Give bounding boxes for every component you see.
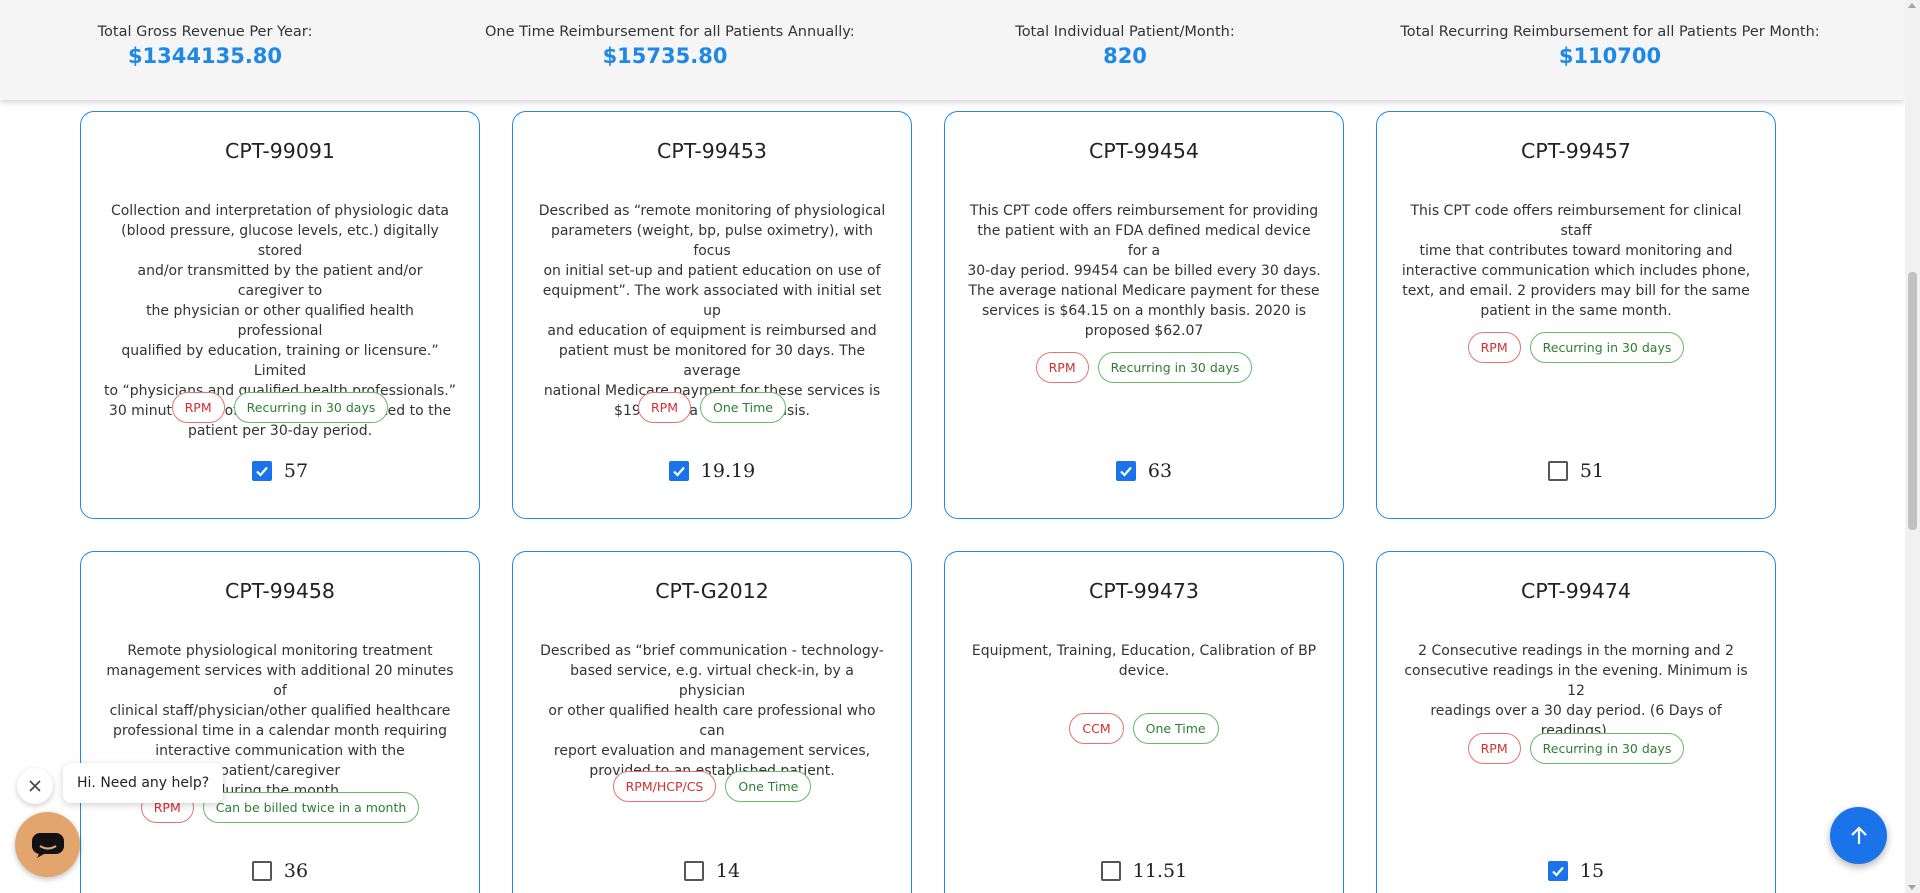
card-description: This CPT code offers reimbursement for p… <box>967 203 1321 339</box>
close-icon <box>29 780 41 792</box>
stat-label: Total Recurring Reimbursement for all Pa… <box>1400 24 1820 40</box>
card-amount: 36 <box>283 860 309 882</box>
stat-value: $110700 <box>1558 44 1662 68</box>
check-icon <box>673 466 685 477</box>
card-description: Described as “brief communication - tech… <box>540 643 884 779</box>
tag-chip: RPM <box>171 392 225 423</box>
card-select-row: 57 <box>81 460 479 482</box>
select-checkbox[interactable] <box>1547 461 1568 481</box>
card-amount: 63 <box>1147 460 1173 482</box>
card-select-row: 11.51 <box>945 860 1343 882</box>
card-tags: RPM Recurring in 30 days <box>1377 733 1775 764</box>
stat-gross-revenue: Total Gross Revenue Per Year: $1344135.8… <box>80 24 330 68</box>
select-checkbox[interactable] <box>1100 861 1121 881</box>
card-description: Equipment, Training, Education, Calibrat… <box>971 643 1317 679</box>
page-scrollbar[interactable] <box>1905 0 1920 893</box>
check-icon <box>256 466 268 477</box>
chat-dismiss-button[interactable] <box>17 768 53 804</box>
card-amount: 15 <box>1579 860 1605 882</box>
card-title: CPT-99474 <box>1521 579 1631 603</box>
card-title: CPT-99091 <box>225 139 335 163</box>
cpt-card: CPT-99473 Equipment, Training, Education… <box>944 551 1344 893</box>
select-checkbox[interactable] <box>683 861 704 881</box>
check-icon <box>1552 866 1564 877</box>
card-amount: 14 <box>715 860 741 882</box>
chat-greeting-bubble[interactable]: Hi. Need any help? <box>63 763 224 803</box>
scroll-thumb[interactable] <box>1908 272 1917 530</box>
card-select-row: 14 <box>513 860 911 882</box>
card-amount: 19.19 <box>700 460 756 482</box>
page: Total Gross Revenue Per Year: $1344135.8… <box>0 0 1920 893</box>
scroll-to-top-button[interactable] <box>1830 807 1887 864</box>
stat-label: Total Gross Revenue Per Year: <box>97 24 313 40</box>
summary-bar: Total Gross Revenue Per Year: $1344135.8… <box>0 0 1905 100</box>
select-checkbox[interactable] <box>668 461 689 481</box>
card-title: CPT-G2012 <box>655 579 769 603</box>
select-checkbox[interactable] <box>1547 861 1568 881</box>
arrow-up-icon <box>1850 825 1867 844</box>
card-tags: RPM One Time <box>513 392 911 423</box>
tag-chip: Recurring in 30 days <box>233 392 389 423</box>
card-amount: 11.51 <box>1132 860 1188 882</box>
card-description: Described as “remote monitoring of physi… <box>538 203 886 419</box>
tag-chip: Can be billed twice in a month <box>202 792 420 823</box>
card-amount: 57 <box>283 460 309 482</box>
tag-chip: CCM <box>1069 713 1124 744</box>
tag-chip: One Time <box>725 771 812 802</box>
cpt-card: CPT-99458 Remote physiological monitorin… <box>80 551 480 893</box>
check-icon <box>1120 466 1132 477</box>
card-select-row: 15 <box>1377 860 1775 882</box>
stat-patient-month: Total Individual Patient/Month: 820 <box>1000 24 1250 68</box>
cpt-card: CPT-99474 2 Consecutive readings in the … <box>1376 551 1776 893</box>
scroll-down-arrow-icon[interactable] <box>1908 885 1916 890</box>
card-title: CPT-99457 <box>1521 139 1631 163</box>
select-checkbox[interactable] <box>251 461 272 481</box>
stat-value: $15735.80 <box>602 44 728 68</box>
tag-chip: Recurring in 30 days <box>1097 352 1253 383</box>
card-select-row: 36 <box>81 860 479 882</box>
card-description: This CPT code offers reimbursement for c… <box>1401 203 1751 319</box>
scroll-up-arrow-icon[interactable] <box>1908 3 1916 8</box>
stat-one-time-reimbursement: One Time Reimbursement for all Patients … <box>485 24 855 68</box>
card-title: CPT-99473 <box>1089 579 1199 603</box>
card-tags: RPM Recurring in 30 days <box>1377 332 1775 363</box>
card-title: CPT-99454 <box>1089 139 1199 163</box>
cpt-card: CPT-99457 This CPT code offers reimburse… <box>1376 111 1776 519</box>
card-title: CPT-99458 <box>225 579 335 603</box>
tag-chip: RPM <box>1467 733 1521 764</box>
stat-label: One Time Reimbursement for all Patients … <box>485 24 855 40</box>
card-tags: RPM Recurring in 30 days <box>81 392 479 423</box>
chat-icon <box>31 832 64 858</box>
stat-value: 820 <box>1103 44 1147 68</box>
stat-recurring-reimbursement: Total Recurring Reimbursement for all Pa… <box>1380 24 1840 68</box>
card-description: 2 Consecutive readings in the morning an… <box>1404 643 1748 739</box>
tag-chip: RPM/HCP/CS <box>612 771 717 802</box>
chat-launcher-button[interactable] <box>15 812 80 877</box>
card-select-row: 51 <box>1377 460 1775 482</box>
select-checkbox[interactable] <box>1115 461 1136 481</box>
tag-chip: Recurring in 30 days <box>1529 733 1685 764</box>
cpt-card: CPT-99454 This CPT code offers reimburse… <box>944 111 1344 519</box>
cpt-card: CPT-G2012 Described as “brief communicat… <box>512 551 912 893</box>
stat-value: $1344135.80 <box>127 44 283 68</box>
card-select-row: 63 <box>945 460 1343 482</box>
card-select-row: 19.19 <box>513 460 911 482</box>
card-tags: CCM One Time <box>945 713 1343 744</box>
stat-label: Total Individual Patient/Month: <box>1015 24 1235 40</box>
tag-chip: RPM <box>1035 352 1089 383</box>
card-tags: RPM/HCP/CS One Time <box>513 771 911 802</box>
select-checkbox[interactable] <box>251 861 272 881</box>
tag-chip: One Time <box>1132 713 1219 744</box>
card-amount: 51 <box>1579 460 1605 482</box>
card-title: CPT-99453 <box>657 139 767 163</box>
tag-chip: Recurring in 30 days <box>1529 332 1685 363</box>
card-tags: RPM Recurring in 30 days <box>945 352 1343 383</box>
cpt-card: CPT-99453 Described as “remote monitorin… <box>512 111 912 519</box>
cpt-card: CPT-99091 Collection and interpretation … <box>80 111 480 519</box>
tag-chip: One Time <box>699 392 787 423</box>
tag-chip: RPM <box>637 392 691 423</box>
tag-chip: RPM <box>1467 332 1521 363</box>
